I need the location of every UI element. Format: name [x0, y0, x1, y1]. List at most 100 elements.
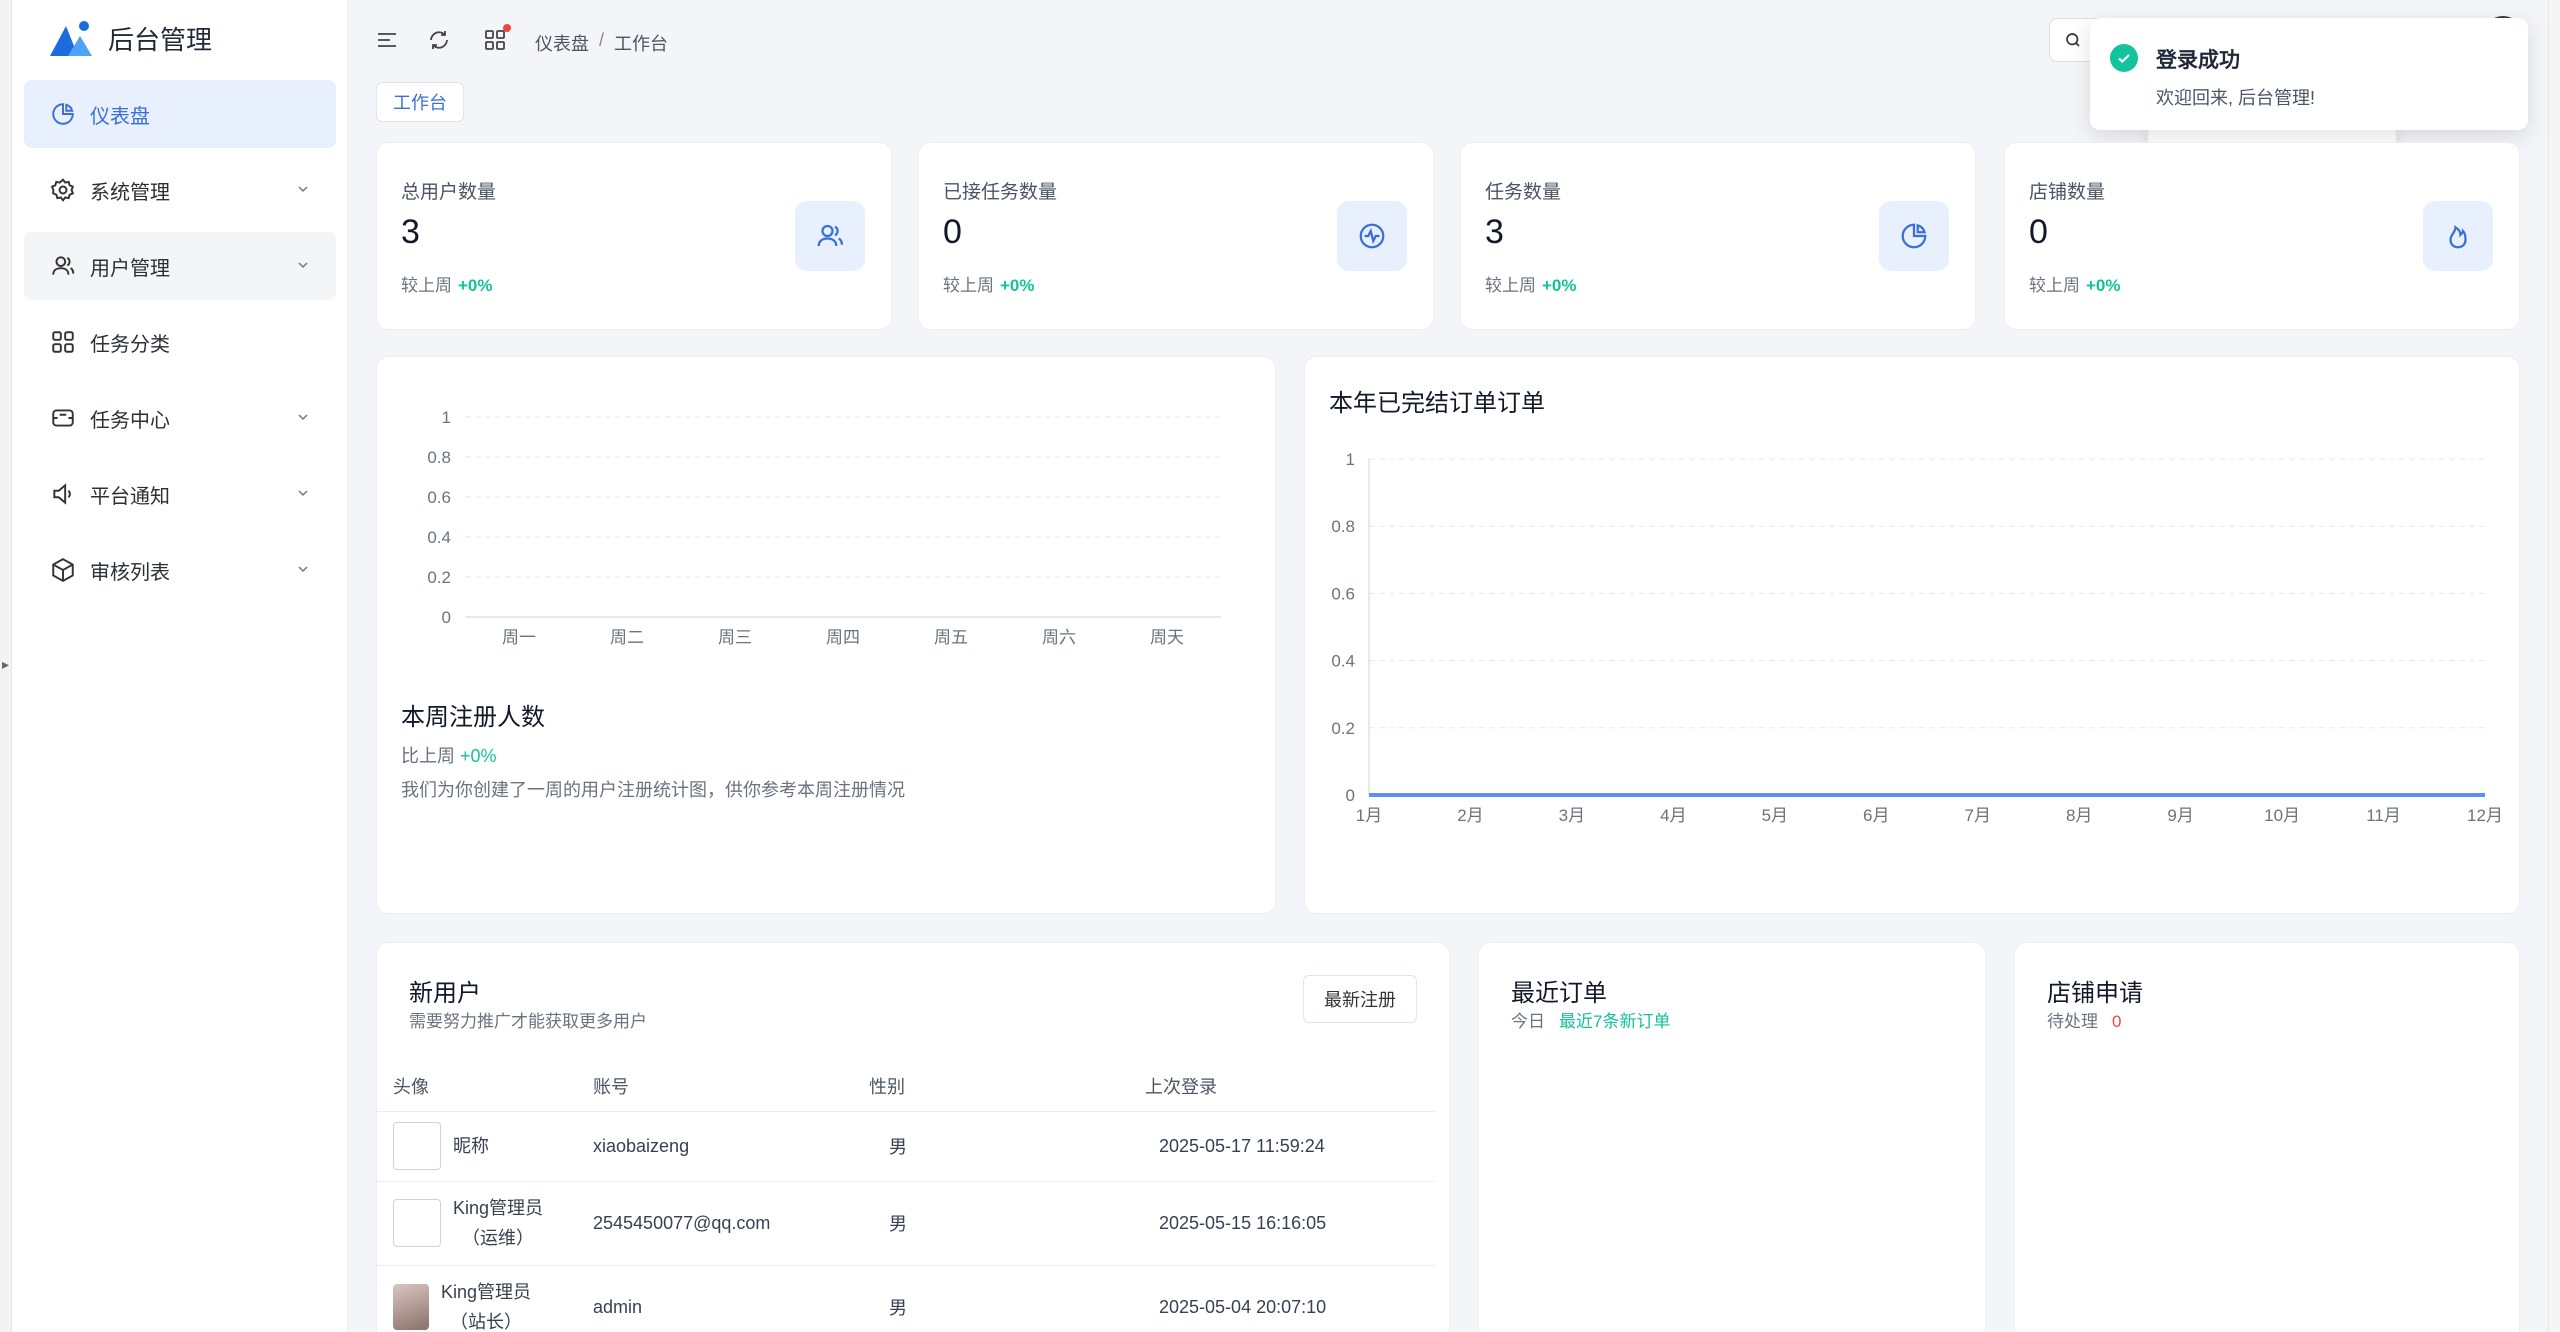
- yearly-orders-card: 本年已完结订单订单 0 0.2 0.4 0.6 0.8 1 1月 2月 3月 4月 5月 6月 7月 8月…: [1304, 356, 2520, 914]
- x-tick-label: 10月: [2264, 806, 2300, 825]
- stat-value: 3: [1485, 213, 1504, 251]
- x-tick-label: 1月: [1356, 806, 1382, 825]
- table-row[interactable]: King管理员 （运维） 2545450077@qq.com 男 2025-05-…: [377, 1181, 1435, 1266]
- stat-foot: 较上周 +0%: [943, 271, 1035, 296]
- stat-value: 0: [943, 213, 962, 251]
- y-tick-label: 0.2: [1331, 719, 1355, 738]
- sidebar-item-system[interactable]: 系统管理: [24, 156, 336, 224]
- sidebar-item-task-category[interactable]: 任务分类: [24, 308, 336, 376]
- stat-change: +0%: [1542, 276, 1577, 295]
- avatar-broken-image: [393, 1122, 441, 1170]
- collapse-rail[interactable]: ▸: [0, 0, 12, 1332]
- stat-card-shops: 店铺数量 0 较上周 +0%: [2004, 142, 2520, 330]
- table-row[interactable]: 昵称 xiaobaizeng 男 2025-05-17 11:59:24: [377, 1111, 1435, 1182]
- sidebar-item-label: 平台通知: [90, 485, 170, 508]
- user-account: 2545450077@qq.com: [577, 1181, 853, 1266]
- x-tick-label: 8月: [2066, 806, 2092, 825]
- users-icon: [817, 224, 843, 247]
- x-tick-label: 周六: [1042, 628, 1076, 647]
- section-subtitle: 需要努力推广才能获取更多用户: [409, 1012, 647, 1031]
- refresh-icon: [430, 31, 448, 49]
- stat-foot-label: 较上周: [2029, 276, 2080, 295]
- y-tick-label: 0.2: [427, 568, 451, 587]
- sidebar: 后台管理 仪表盘 系统管理 用户管理 任务分类 任务中心 平台通知 审核列表: [12, 0, 348, 1332]
- refresh-button[interactable]: [425, 26, 453, 54]
- user-gender: 男: [853, 1111, 1129, 1182]
- y-tick-label: 0.4: [1331, 652, 1355, 671]
- weekly-register-card: 0 0.2 0.4 0.6 0.8 1 周一 周二 周三 周四 周五 周六 周天 本周注册人数 比上周 …: [376, 356, 1276, 914]
- sidebar-item-task-center[interactable]: 任务中心: [24, 384, 336, 452]
- avatar-broken-image: [393, 1199, 441, 1247]
- stat-card-tasks: 任务数量 3 较上周 +0%: [1460, 142, 1976, 330]
- tab-workbench[interactable]: 工作台: [376, 82, 464, 122]
- stat-foot-label: 较上周: [943, 276, 994, 295]
- sidebar-item-notice[interactable]: 平台通知: [24, 460, 336, 528]
- latest-register-button[interactable]: 最新注册: [1303, 975, 1417, 1023]
- box-icon: [52, 558, 74, 582]
- pending-count: 0: [2112, 1012, 2122, 1031]
- sidebar-item-dashboard[interactable]: 仪表盘: [24, 80, 336, 148]
- table-header-row: 头像 账号 性别 上次登录: [377, 1061, 1435, 1112]
- weekly-compare-value: +0%: [460, 746, 497, 766]
- chevron-down-icon: [298, 566, 308, 573]
- stat-value: 0: [2029, 213, 2048, 251]
- stat-foot-label: 较上周: [401, 276, 452, 295]
- stat-foot: 较上周 +0%: [1485, 271, 1577, 296]
- menu-fold-button[interactable]: [373, 26, 401, 54]
- x-tick-label: 周一: [502, 628, 536, 647]
- stat-icon-box: [1879, 201, 1949, 271]
- breadcrumb-item: 工作台: [614, 34, 669, 54]
- y-tick-label: 0: [442, 608, 451, 627]
- user-nickname: King管理员 （运维）: [453, 1198, 544, 1248]
- weekly-compare: 比上周 +0%: [401, 742, 905, 768]
- stat-change: +0%: [458, 276, 493, 295]
- notification-dot: [503, 24, 511, 32]
- grid-icon: [52, 331, 74, 353]
- logo[interactable]: 后台管理: [48, 18, 212, 58]
- user-nickname: King管理员 （站长）: [441, 1282, 532, 1332]
- section-title: 店铺申请: [2047, 980, 2143, 1007]
- sidebar-item-audit[interactable]: 审核列表: [24, 536, 336, 604]
- chevron-down-icon: [298, 490, 308, 497]
- page-scrollbar[interactable]: [2548, 0, 2560, 1332]
- column-header: 性别: [853, 1061, 1129, 1112]
- stat-foot-label: 较上周: [1485, 276, 1536, 295]
- table-row[interactable]: King管理员 （站长） admin 男 2025-05-04 20:07:10: [377, 1265, 1435, 1332]
- weekly-desc: 我们为你创建了一周的用户注册统计图，供你参考本周注册情况: [401, 780, 905, 800]
- activity-icon: [1359, 223, 1385, 249]
- login-toast: 登录成功 欢迎回来, 后台管理!: [2090, 18, 2528, 130]
- x-tick-label: 12月: [2467, 806, 2503, 825]
- x-tick-label: 4月: [1660, 806, 1686, 825]
- x-tick-label: 周天: [1150, 628, 1184, 647]
- ticket-icon: [52, 409, 74, 427]
- y-tick-label: 0: [1346, 786, 1355, 805]
- y-tick-label: 0.8: [427, 448, 451, 467]
- stat-label: 已接任务数量: [943, 182, 1058, 203]
- x-tick-label: 5月: [1762, 806, 1788, 825]
- new-users-card: 新用户 需要努力推广才能获取更多用户 最新注册 头像 账号 性别 上次登录 昵称…: [376, 942, 1450, 1332]
- apps-button[interactable]: [481, 24, 511, 54]
- expand-arrow-icon[interactable]: ▸: [2, 656, 9, 673]
- y-tick-label: 0.6: [427, 488, 451, 507]
- sidebar-item-label: 任务分类: [90, 333, 170, 356]
- sidebar-item-label: 用户管理: [90, 257, 170, 280]
- x-tick-label: 周五: [934, 628, 968, 647]
- y-tick-label: 0.8: [1331, 517, 1355, 536]
- yearly-line-chart: 00.20.40.60.811月 2月 3月 4月 5月 6月 7月 8月 9月 10月 11月 12…: [1331, 450, 2503, 825]
- sidebar-item-label: 任务中心: [90, 409, 170, 432]
- users-icon: [52, 256, 75, 275]
- x-tick-label: 6月: [1863, 806, 1889, 825]
- users-table: 头像 账号 性别 上次登录 昵称 xiaobaizeng 男 2025-05-1…: [377, 1061, 1435, 1332]
- y-tick-label: 1: [442, 408, 451, 427]
- breadcrumb-item[interactable]: 仪表盘: [535, 30, 589, 56]
- user-account: admin: [577, 1265, 853, 1332]
- app-title: 后台管理: [108, 24, 213, 55]
- stat-foot: 较上周 +0%: [2029, 271, 2121, 296]
- user-last-login: 2025-05-04 20:07:10: [1129, 1265, 1435, 1332]
- avatar-photo: [393, 1284, 429, 1330]
- column-header: 头像: [377, 1061, 577, 1112]
- check-circle-icon: [2110, 44, 2138, 72]
- user-nickname: 昵称: [453, 1136, 489, 1156]
- fire-icon: [2449, 225, 2467, 249]
- sidebar-item-users[interactable]: 用户管理: [24, 232, 336, 300]
